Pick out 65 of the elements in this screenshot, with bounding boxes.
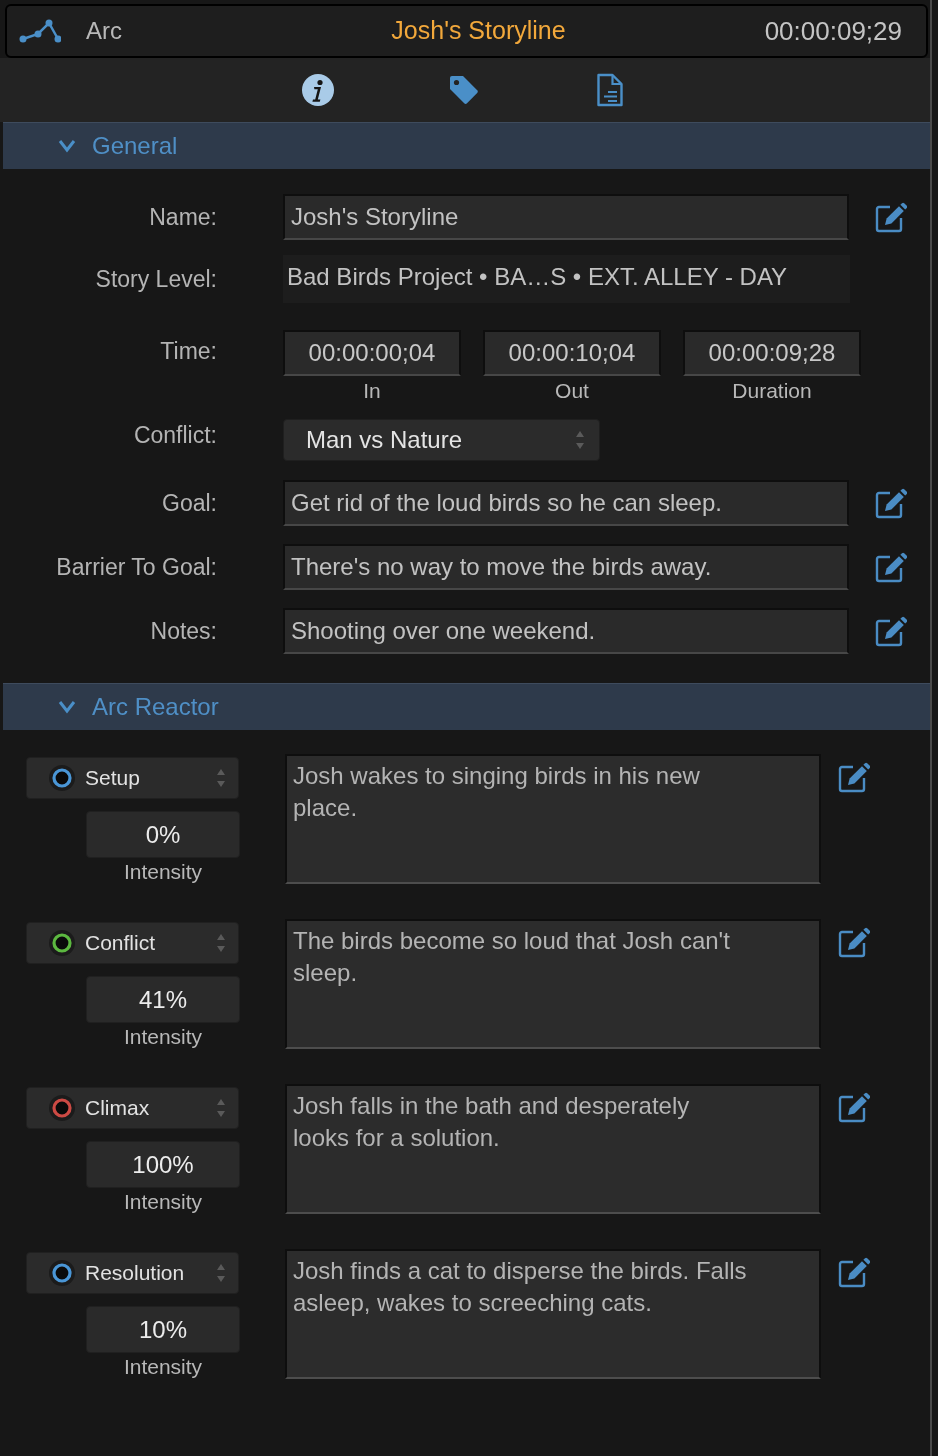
description-textarea[interactable]: The birds become so loud that Josh can't sleep.: [285, 919, 821, 1049]
intensity-label: Intensity: [123, 1024, 203, 1050]
field-label: Barrier To Goal:: [56, 552, 217, 582]
text-field[interactable]: Shooting over one weekend.: [283, 608, 849, 654]
storyline-title: Josh's Storyline: [390, 15, 566, 47]
description-textarea[interactable]: Josh wakes to singing birds in his new place.: [285, 754, 821, 884]
field-caption: Out: [555, 378, 589, 404]
intensity-label: Intensity: [123, 1354, 203, 1380]
text-field[interactable]: There's no way to move the birds away.: [283, 544, 849, 590]
stage-dropdown[interactable]: Climax: [26, 1087, 239, 1129]
stage-dropdown[interactable]: Resolution: [26, 1252, 239, 1294]
description-textarea[interactable]: Josh finds a cat to disperse the birds. Falls asleep, wakes to screeching cats.: [285, 1249, 821, 1379]
field-label: Time:: [160, 336, 217, 366]
info-icon: [301, 73, 335, 107]
story-path-text: Bad Birds Project • BA…S • EXT. ALLEY - DAY: [283, 255, 850, 303]
intensity-field[interactable]: 0%: [86, 811, 240, 858]
timecode-text: 00:00:09;29: [764, 14, 902, 48]
stepper-arrows-icon: [216, 767, 226, 789]
intensity-field[interactable]: 10%: [86, 1306, 240, 1353]
intensity-label: Intensity: [123, 1189, 203, 1215]
timecode-field[interactable]: 00:00:10;04: [483, 330, 661, 376]
field-label: Goal:: [162, 488, 217, 518]
edit-icon: [836, 760, 870, 794]
edit-icon: [836, 925, 870, 959]
text-field[interactable]: Josh's Storyline: [283, 194, 849, 240]
edit-icon: [873, 200, 907, 234]
intensity-field[interactable]: 41%: [86, 976, 240, 1023]
edit-button[interactable]: [836, 925, 870, 959]
stepper-arrows-icon: [216, 1097, 226, 1119]
edit-button[interactable]: [873, 550, 907, 584]
edit-button[interactable]: [873, 614, 907, 648]
tag-icon: [448, 74, 480, 106]
field-caption: Duration: [732, 378, 812, 404]
stepper-arrows-icon: [216, 1262, 226, 1284]
timecode-field[interactable]: 00:00:00;04: [283, 330, 461, 376]
edit-icon: [873, 614, 907, 648]
stepper-arrows-icon: [575, 429, 585, 451]
edit-icon: [873, 486, 907, 520]
edit-button[interactable]: [836, 1090, 870, 1124]
document-icon: [596, 73, 624, 107]
timecode-field[interactable]: 00:00:09;28: [683, 330, 861, 376]
text-field[interactable]: Get rid of the loud birds so he can sleep.: [283, 480, 849, 526]
edit-button[interactable]: [873, 200, 907, 234]
edit-icon: [836, 1255, 870, 1289]
edit-button[interactable]: [836, 760, 870, 794]
field-label: Notes:: [150, 616, 217, 646]
chevron-icon: [58, 138, 76, 154]
intensity-label: Intensity: [123, 859, 203, 885]
description-textarea[interactable]: Josh falls in the bath and desperately looks for a solution.: [285, 1084, 821, 1214]
field-label: Story Level:: [95, 264, 217, 294]
edit-button[interactable]: [836, 1255, 870, 1289]
edit-button[interactable]: [873, 486, 907, 520]
field-caption: In: [363, 378, 381, 404]
panel-title: Arc: [86, 16, 122, 46]
dropdown[interactable]: Man vs Nature: [283, 419, 600, 461]
stage-dropdown[interactable]: Setup: [26, 757, 239, 799]
field-label: Conflict:: [133, 420, 217, 450]
edit-icon: [873, 550, 907, 584]
stepper-arrows-icon: [216, 932, 226, 954]
stage-dropdown[interactable]: Conflict: [26, 922, 239, 964]
intensity-field[interactable]: 100%: [86, 1141, 240, 1188]
field-label: Name:: [149, 202, 217, 232]
edit-icon: [836, 1090, 870, 1124]
line-chart-icon: [19, 18, 61, 44]
chevron-icon: [58, 699, 76, 715]
